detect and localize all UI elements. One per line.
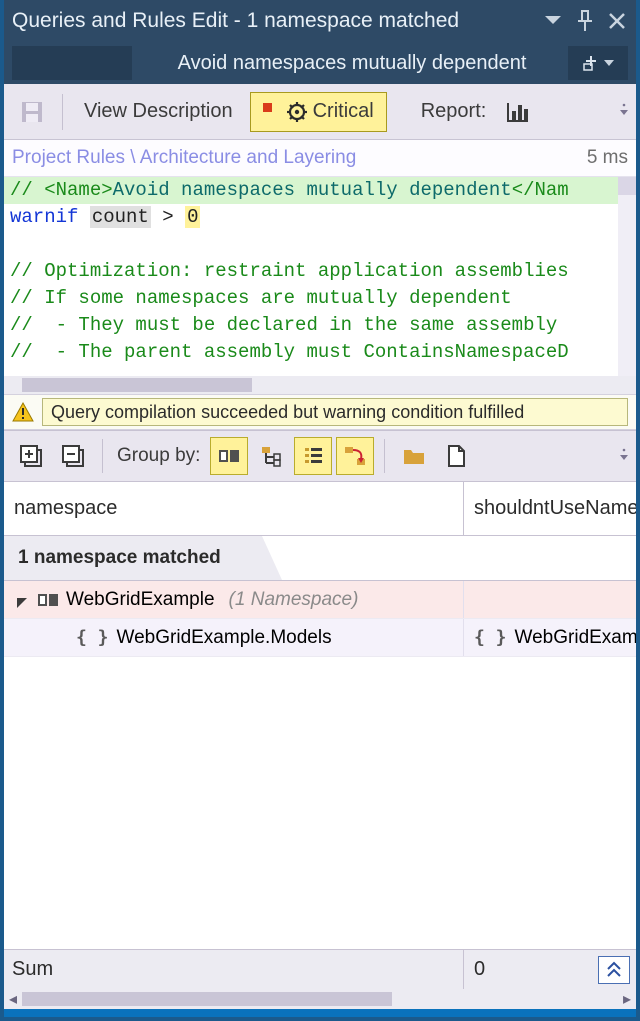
report-label: Report:: [421, 100, 487, 123]
file-icon: [446, 444, 466, 468]
code-text: </Nam: [512, 179, 569, 201]
grid-horizontal-scrollbar[interactable]: ◂ ▸: [4, 989, 636, 1009]
list-icon: [302, 445, 324, 467]
double-chevron-up-icon: [606, 961, 622, 979]
code-comment: // If some namespaces are mutually depen…: [10, 287, 512, 309]
window-title: Queries and Rules Edit - 1 namespace mat…: [12, 9, 542, 33]
rule-name: Avoid namespaces mutually dependent: [136, 48, 568, 79]
open-file-button[interactable]: [437, 437, 475, 475]
row-name: WebGridExample.Models: [117, 627, 332, 649]
save-button[interactable]: [12, 92, 52, 132]
namespace-icon: [38, 594, 58, 606]
row-name: WebGridExample: [66, 589, 215, 611]
rule-name-spacer: [12, 46, 132, 80]
editor-scroll-up-icon[interactable]: [618, 177, 636, 195]
toolbar-separator: [384, 439, 385, 473]
results-overflow-icon[interactable]: [620, 447, 628, 466]
dependency-icon: [343, 445, 367, 467]
expand-all-icon: [19, 444, 43, 468]
pin-icon[interactable]: [574, 10, 596, 32]
critical-label: Critical: [313, 100, 374, 123]
type-tree-icon: [260, 445, 282, 467]
column-header-should-not-use[interactable]: shouldntUseName: [464, 482, 636, 535]
groupby-flat-button[interactable]: [294, 437, 332, 475]
row-value: WebGridExamp: [515, 627, 636, 649]
view-description-button[interactable]: View Description: [73, 92, 244, 132]
folder-icon: [402, 446, 426, 466]
code-editor[interactable]: // <Name>Avoid namespaces mutually depen…: [4, 176, 636, 394]
open-folder-button[interactable]: [395, 437, 433, 475]
groupby-namespace-button[interactable]: [210, 437, 248, 475]
expand-all-button[interactable]: [12, 437, 50, 475]
chevron-down-icon: [604, 60, 614, 66]
editor-horizontal-scrollbar[interactable]: [4, 376, 636, 394]
status-message: Query compilation succeeded but warning …: [42, 398, 628, 426]
plus-icon: [582, 54, 600, 72]
namespace-icon: [219, 450, 239, 462]
save-icon: [20, 100, 44, 124]
group-header[interactable]: 1 namespace matched: [4, 536, 284, 580]
row-count: (1 Namespace): [229, 589, 359, 611]
braces-icon: { }: [474, 627, 507, 648]
breadcrumb-row: Project Rules \ Architecture and Layerin…: [4, 140, 636, 176]
sum-value: 0: [464, 950, 598, 989]
window-bottom-border: [4, 1009, 636, 1017]
table-row[interactable]: WebGridExample (1 Namespace): [4, 581, 636, 619]
collapse-all-icon: [61, 444, 85, 468]
groupby-type-button[interactable]: [252, 437, 290, 475]
scroll-left-icon[interactable]: ◂: [4, 989, 22, 1009]
code-text: // <Name>: [10, 179, 113, 201]
code-comment: // - The parent assembly must ContainsNa…: [10, 341, 569, 363]
close-icon[interactable]: [606, 10, 628, 32]
toolbar-overflow-icon[interactable]: [620, 102, 628, 121]
timing-label: 5 ms: [587, 147, 628, 169]
editor-vertical-scrollbar[interactable]: [618, 177, 636, 376]
critical-swatch-icon: [263, 103, 281, 121]
code-identifier: count: [90, 206, 151, 228]
sum-label: Sum: [4, 950, 464, 989]
sum-row: Sum 0: [4, 949, 636, 989]
groupby-label: Group by:: [117, 445, 200, 467]
toolbar-separator: [102, 439, 103, 473]
code-number: 0: [185, 206, 200, 228]
code-comment: // Optimization: restraint application a…: [10, 260, 569, 282]
results-toolbar: Group by:: [4, 430, 636, 482]
warning-icon: [12, 401, 34, 423]
code-comment: // - They must be declared in the same a…: [10, 314, 557, 336]
main-toolbar: View Description Critical Report:: [4, 84, 636, 140]
dropdown-icon[interactable]: [542, 10, 564, 32]
grid-body: WebGridExample (1 Namespace) { } WebGrid…: [4, 581, 636, 949]
table-row[interactable]: { } WebGridExample.Models { } WebGridExa…: [4, 619, 636, 657]
toolbar-separator: [62, 94, 63, 130]
collapse-toggle-icon[interactable]: [16, 593, 30, 607]
code-op: >: [151, 206, 185, 228]
code-keyword: warnif: [10, 206, 78, 228]
scroll-top-button[interactable]: [598, 956, 630, 984]
breadcrumb[interactable]: Project Rules \ Architecture and Layerin…: [12, 147, 356, 169]
column-header-namespace[interactable]: namespace: [4, 482, 464, 535]
group-row-wrap: 1 namespace matched: [4, 536, 636, 581]
critical-button[interactable]: Critical: [250, 92, 387, 132]
scroll-right-icon[interactable]: ▸: [618, 989, 636, 1009]
add-dropdown-button[interactable]: [568, 46, 628, 80]
code-text: Avoid namespaces mutually dependent: [113, 179, 512, 201]
groupby-dependency-button[interactable]: [336, 437, 374, 475]
status-row: Query compilation succeeded but warning …: [4, 394, 636, 430]
bar-chart-icon: [506, 101, 530, 123]
report-chart-button[interactable]: [498, 92, 538, 132]
braces-icon: { }: [76, 627, 109, 648]
collapse-all-button[interactable]: [54, 437, 92, 475]
gear-icon: [287, 102, 307, 122]
title-bar: Queries and Rules Edit - 1 namespace mat…: [4, 0, 636, 84]
grid-header: namespace shouldntUseName: [4, 482, 636, 536]
